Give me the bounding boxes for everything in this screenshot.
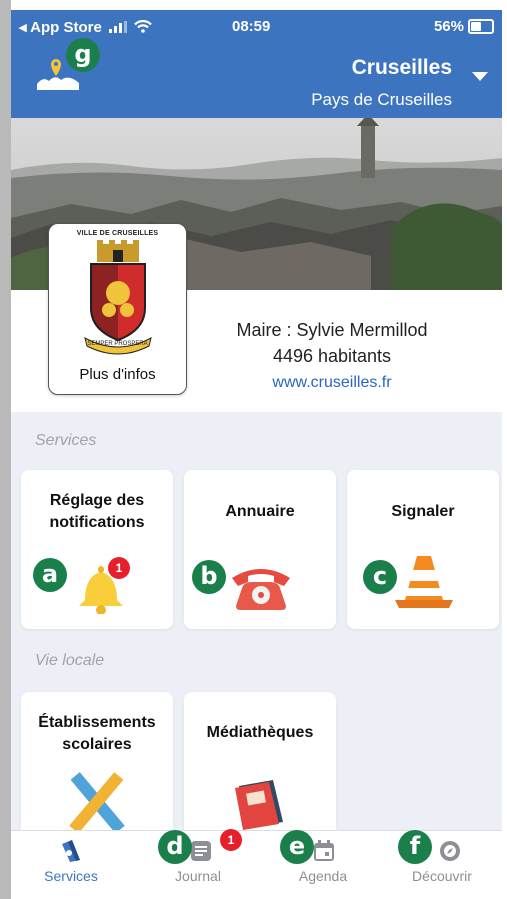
crest-card[interactable]: VILLE DE CRUSEILLES SEMPER PROSPERA Plus… [48, 223, 187, 395]
chevron-down-icon[interactable] [472, 72, 488, 81]
card-libraries[interactable]: Médiathèques [184, 692, 336, 842]
card-label: Réglage des notifications [49, 492, 145, 531]
tab-label: Services [44, 868, 98, 884]
card-label: Médiathèques [206, 724, 314, 741]
section-title-services: Services [35, 432, 97, 449]
card-label: Signaler [391, 503, 455, 520]
marker-g: g [66, 38, 100, 72]
tab-label: Agenda [298, 868, 348, 884]
mayor-text: Maire : Sylvie Mermillod [236, 320, 428, 340]
telephone-icon [232, 569, 290, 610]
status-time: 08:59 [232, 18, 271, 35]
tab-label: Journal [175, 868, 221, 884]
marker-e: e [280, 830, 314, 864]
back-label: ◂ App Store [19, 19, 102, 36]
tab-label: Découvrir [412, 868, 472, 884]
phone-screen: ◂ App Store 08:59 56% g Cruseilles Pays … [0, 0, 507, 899]
card-notification-settings[interactable]: Réglage des notifications 1 a [21, 470, 173, 629]
marker-b: b [192, 560, 226, 594]
window-edge [0, 0, 11, 899]
more-info-button[interactable]: Plus d'infos [49, 366, 186, 383]
crest-caption: VILLE DE CRUSEILLES [76, 230, 159, 237]
compass-icon [440, 841, 460, 861]
tab-discover[interactable]: f Découvrir [382, 830, 502, 899]
marker-c: c [363, 560, 397, 594]
battery-percent: 56% [433, 18, 464, 35]
card-schools[interactable]: Établissements scolaires [21, 692, 173, 842]
tab-journal[interactable]: 1 d Journal [138, 829, 258, 899]
book-icon [235, 780, 283, 830]
marker-d: d [158, 830, 192, 864]
marker-a: a [33, 558, 67, 592]
region-name[interactable]: Pays de Cruseilles [311, 90, 452, 110]
marker-f: f [398, 830, 432, 864]
city-name[interactable]: Cruseilles [352, 56, 452, 80]
website-link[interactable]: www.cruseilles.fr [197, 374, 467, 392]
wifi-icon [134, 20, 152, 33]
tab-services[interactable]: Services [11, 831, 131, 899]
notification-badge: 1 [108, 557, 130, 579]
services-icon [62, 840, 80, 862]
card-label: Annuaire [225, 503, 295, 520]
traffic-cone-icon [395, 556, 453, 608]
header-bar: ◂ App Store 08:59 56% g Cruseilles Pays … [11, 10, 502, 118]
tab-bar: Services 1 d Journal e Agenda f Découvri… [11, 829, 502, 899]
journal-icon [191, 841, 211, 861]
card-directory[interactable]: Annuaire b [184, 470, 336, 629]
tab-agenda[interactable]: e Agenda [263, 830, 383, 899]
app-view: ◂ App Store 08:59 56% g Cruseilles Pays … [11, 10, 502, 899]
back-to-app-store-link[interactable]: ◂ App Store [19, 18, 152, 36]
card-label: Établissements scolaires [38, 714, 156, 753]
section-title-local-life: Vie locale [35, 652, 105, 669]
journal-badge: 1 [220, 829, 242, 851]
calendar-icon [314, 840, 334, 861]
battery-level [471, 22, 482, 31]
population-text: 4496 habitants [272, 346, 392, 366]
card-report[interactable]: Signaler c [347, 470, 499, 629]
ruler-pencil-icon [69, 772, 125, 832]
signal-icon [108, 21, 127, 33]
crest-motto: SEMPER PROSPERA [87, 341, 148, 347]
battery-icon [468, 19, 494, 34]
